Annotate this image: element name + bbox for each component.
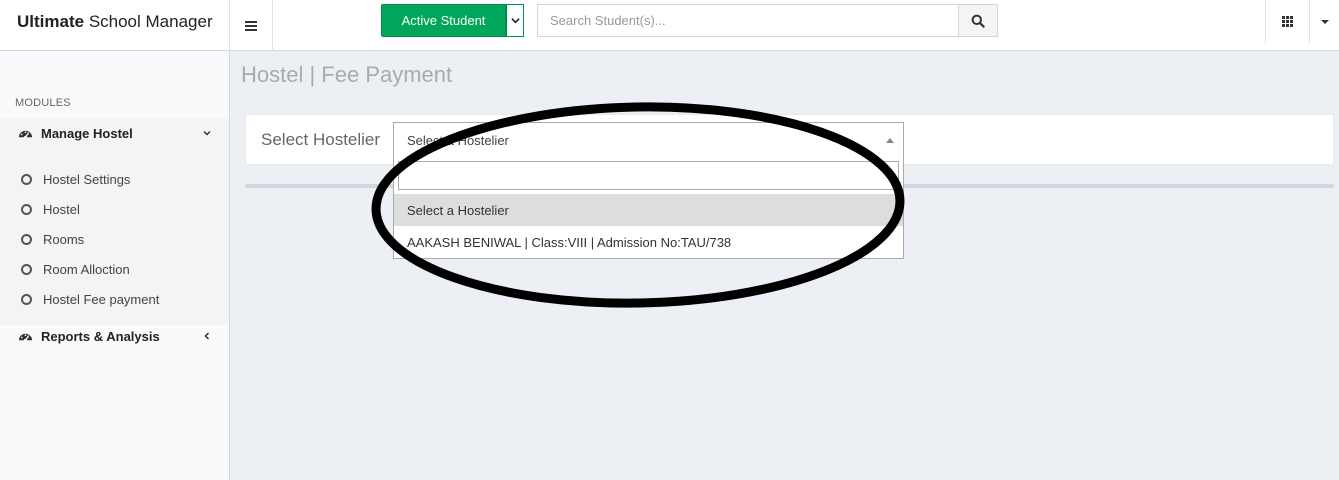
user-menu-button[interactable] [1309, 0, 1339, 43]
caret-up-icon [886, 138, 894, 143]
sidebar-item-rooms[interactable]: Rooms [0, 224, 229, 254]
brand-rest: School Manager [88, 12, 213, 31]
sidebar-item-hostel-settings[interactable]: Hostel Settings [0, 164, 229, 194]
sidebar-item-manage-hostel[interactable]: Manage Hostel [0, 118, 229, 148]
sidebar-item-reports[interactable]: Reports & Analysis [0, 321, 229, 351]
page-title: Hostel | Fee Payment [241, 62, 453, 87]
dashboard-icon [18, 333, 33, 342]
sidebar-toggle-button[interactable] [230, 0, 273, 51]
grid-icon [1282, 16, 1293, 27]
search-icon [971, 14, 985, 28]
apps-menu-button[interactable] [1265, 0, 1309, 43]
search-students-input[interactable] [537, 4, 959, 37]
sidebar-item-label: Hostel Settings [43, 171, 131, 187]
dropdown-option[interactable]: AAKASH BENIWAL | Class:VIII | Admission … [394, 226, 903, 258]
dashboard-icon [18, 130, 33, 139]
dropdown-option[interactable]: Select a Hostelier [394, 194, 903, 226]
manage-hostel-tree: Manage Hostel Hostel Settings Hostel Roo… [0, 118, 229, 325]
sidebar-item-label: Room Alloction [43, 261, 130, 277]
chevron-down-icon [203, 130, 211, 136]
app-brand[interactable]: Ultimate School Manager [0, 0, 230, 51]
circle-icon [21, 263, 32, 275]
sidebar-item-label: Manage Hostel [41, 125, 133, 141]
chevron-left-icon [204, 332, 210, 340]
sidebar-item-label: Rooms [43, 231, 85, 247]
hostelier-select[interactable]: Select a Hostelier [393, 122, 904, 157]
active-student-dropdown-toggle[interactable] [505, 4, 524, 37]
sidebar-item-hostel[interactable]: Hostel [0, 194, 229, 224]
modules-header: MODULES [15, 97, 71, 109]
hostelier-select-value: Select a Hostelier [407, 133, 509, 148]
circle-icon [21, 203, 32, 215]
hamburger-icon [245, 20, 257, 31]
sidebar: MODULES Manage Hostel Hostel Settings Ho… [0, 51, 230, 480]
sidebar-item-label: Hostel Fee payment [43, 291, 160, 307]
search-button[interactable] [958, 4, 998, 37]
select-hostelier-label: Select Hostelier [261, 130, 381, 149]
sidebar-item-room-allocation[interactable]: Room Alloction [0, 254, 229, 284]
circle-icon [21, 173, 32, 185]
chevron-down-icon [510, 18, 520, 24]
circle-icon [21, 293, 32, 305]
sidebar-item-hostel-fee-payment[interactable]: Hostel Fee payment [0, 284, 229, 314]
hostelier-search-input[interactable] [398, 161, 899, 190]
sidebar-item-label: Reports & Analysis [41, 328, 160, 344]
caret-down-icon [1320, 19, 1329, 24]
sidebar-item-label: Hostel [43, 201, 80, 217]
active-student-button[interactable]: Active Student [381, 4, 506, 37]
top-navbar: Ultimate School Manager Active Student [0, 0, 1339, 51]
brand-bold: Ultimate [17, 12, 85, 31]
circle-icon [21, 233, 32, 245]
